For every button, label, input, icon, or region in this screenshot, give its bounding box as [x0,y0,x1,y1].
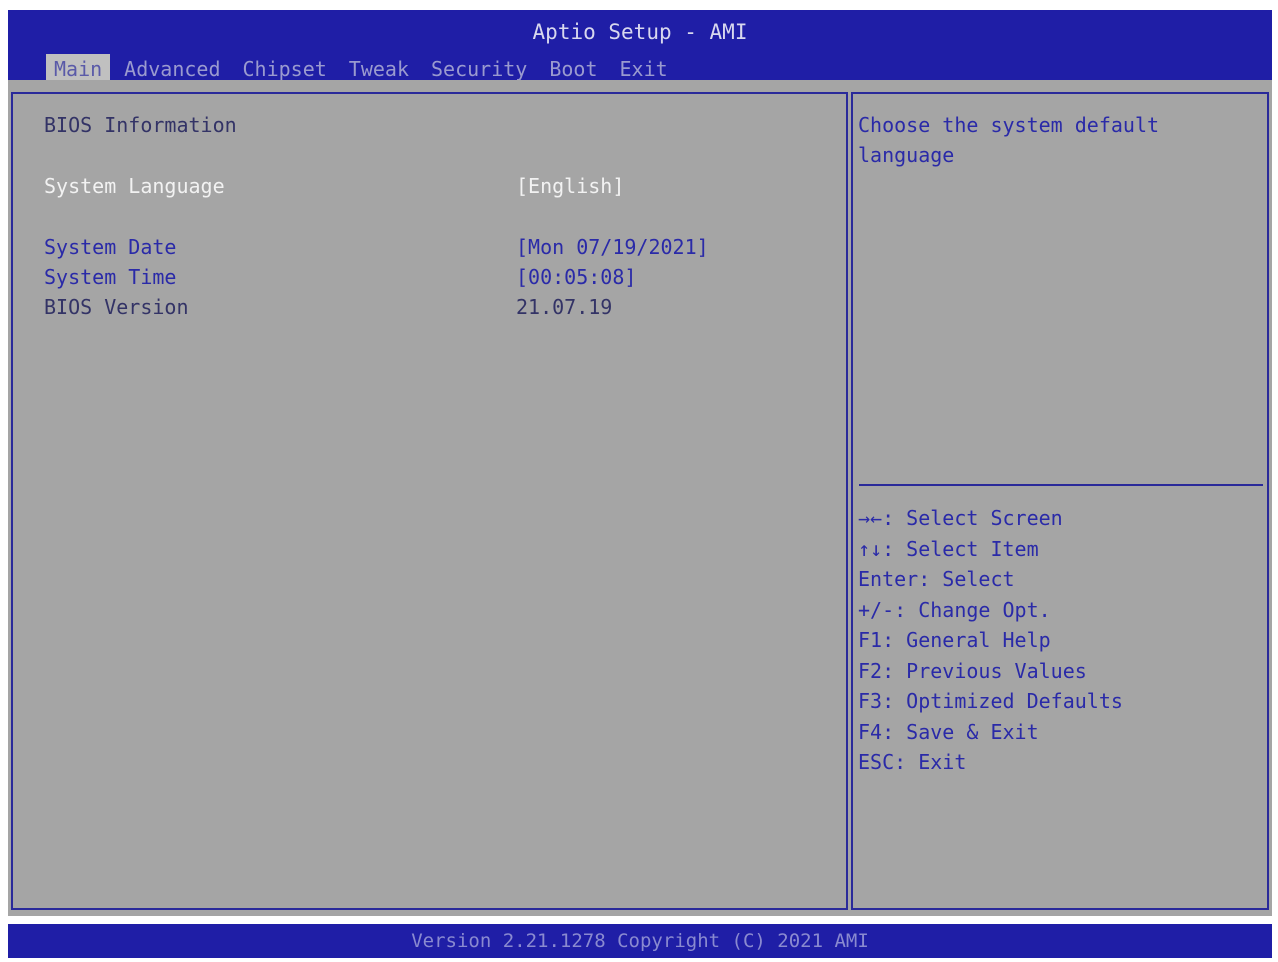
settings-pane: BIOS Information System Language [Englis… [11,92,848,910]
system-date-value[interactable]: [Mon 07/19/2021] [516,235,709,259]
system-time-value[interactable]: [00:05:08] [516,265,636,289]
system-language-value[interactable]: [English] [516,174,624,198]
key-legend: →←: Select Screen ↑↓: Select Item Enter:… [858,503,1123,778]
key-general-help: F1: General Help [858,628,1051,652]
setup-panel: BIOS Information System Language [Englis… [8,80,1272,916]
title-bar: Aptio Setup - AMI Main Advanced Chipset … [8,10,1272,84]
key-esc-exit: ESC: Exit [858,750,967,774]
key-change-option: +/-: Change Opt. [858,597,1051,622]
help-description: Choose the system default language [858,113,1172,167]
key-select-item: ↑↓: Select Item [858,536,1039,561]
help-pane: Choose the system default language →←: S… [851,92,1269,910]
section-title-bios-information: BIOS Information [44,113,237,137]
status-bar: Version 2.21.1278 Copyright (C) 2021 AMI [8,924,1272,958]
bios-version-value: 21.07.19 [516,295,613,319]
key-optimized-defaults: F3: Optimized Defaults [858,689,1123,713]
key-enter-select: Enter: Select [858,567,1015,591]
system-time-label[interactable]: System Time [44,265,176,289]
key-previous-values: F2: Previous Values [858,658,1087,683]
bios-version-label: BIOS Version [44,295,189,319]
system-language-label[interactable]: System Language [44,174,225,198]
app-title: Aptio Setup - AMI [532,20,748,44]
help-divider [859,484,1263,486]
key-save-exit: F4: Save & Exit [858,719,1039,744]
version-copyright: Version 2.21.1278 Copyright (C) 2021 AMI [411,930,869,952]
key-select-screen: →←: Select Screen [858,506,1063,530]
system-date-label[interactable]: System Date [44,235,176,259]
